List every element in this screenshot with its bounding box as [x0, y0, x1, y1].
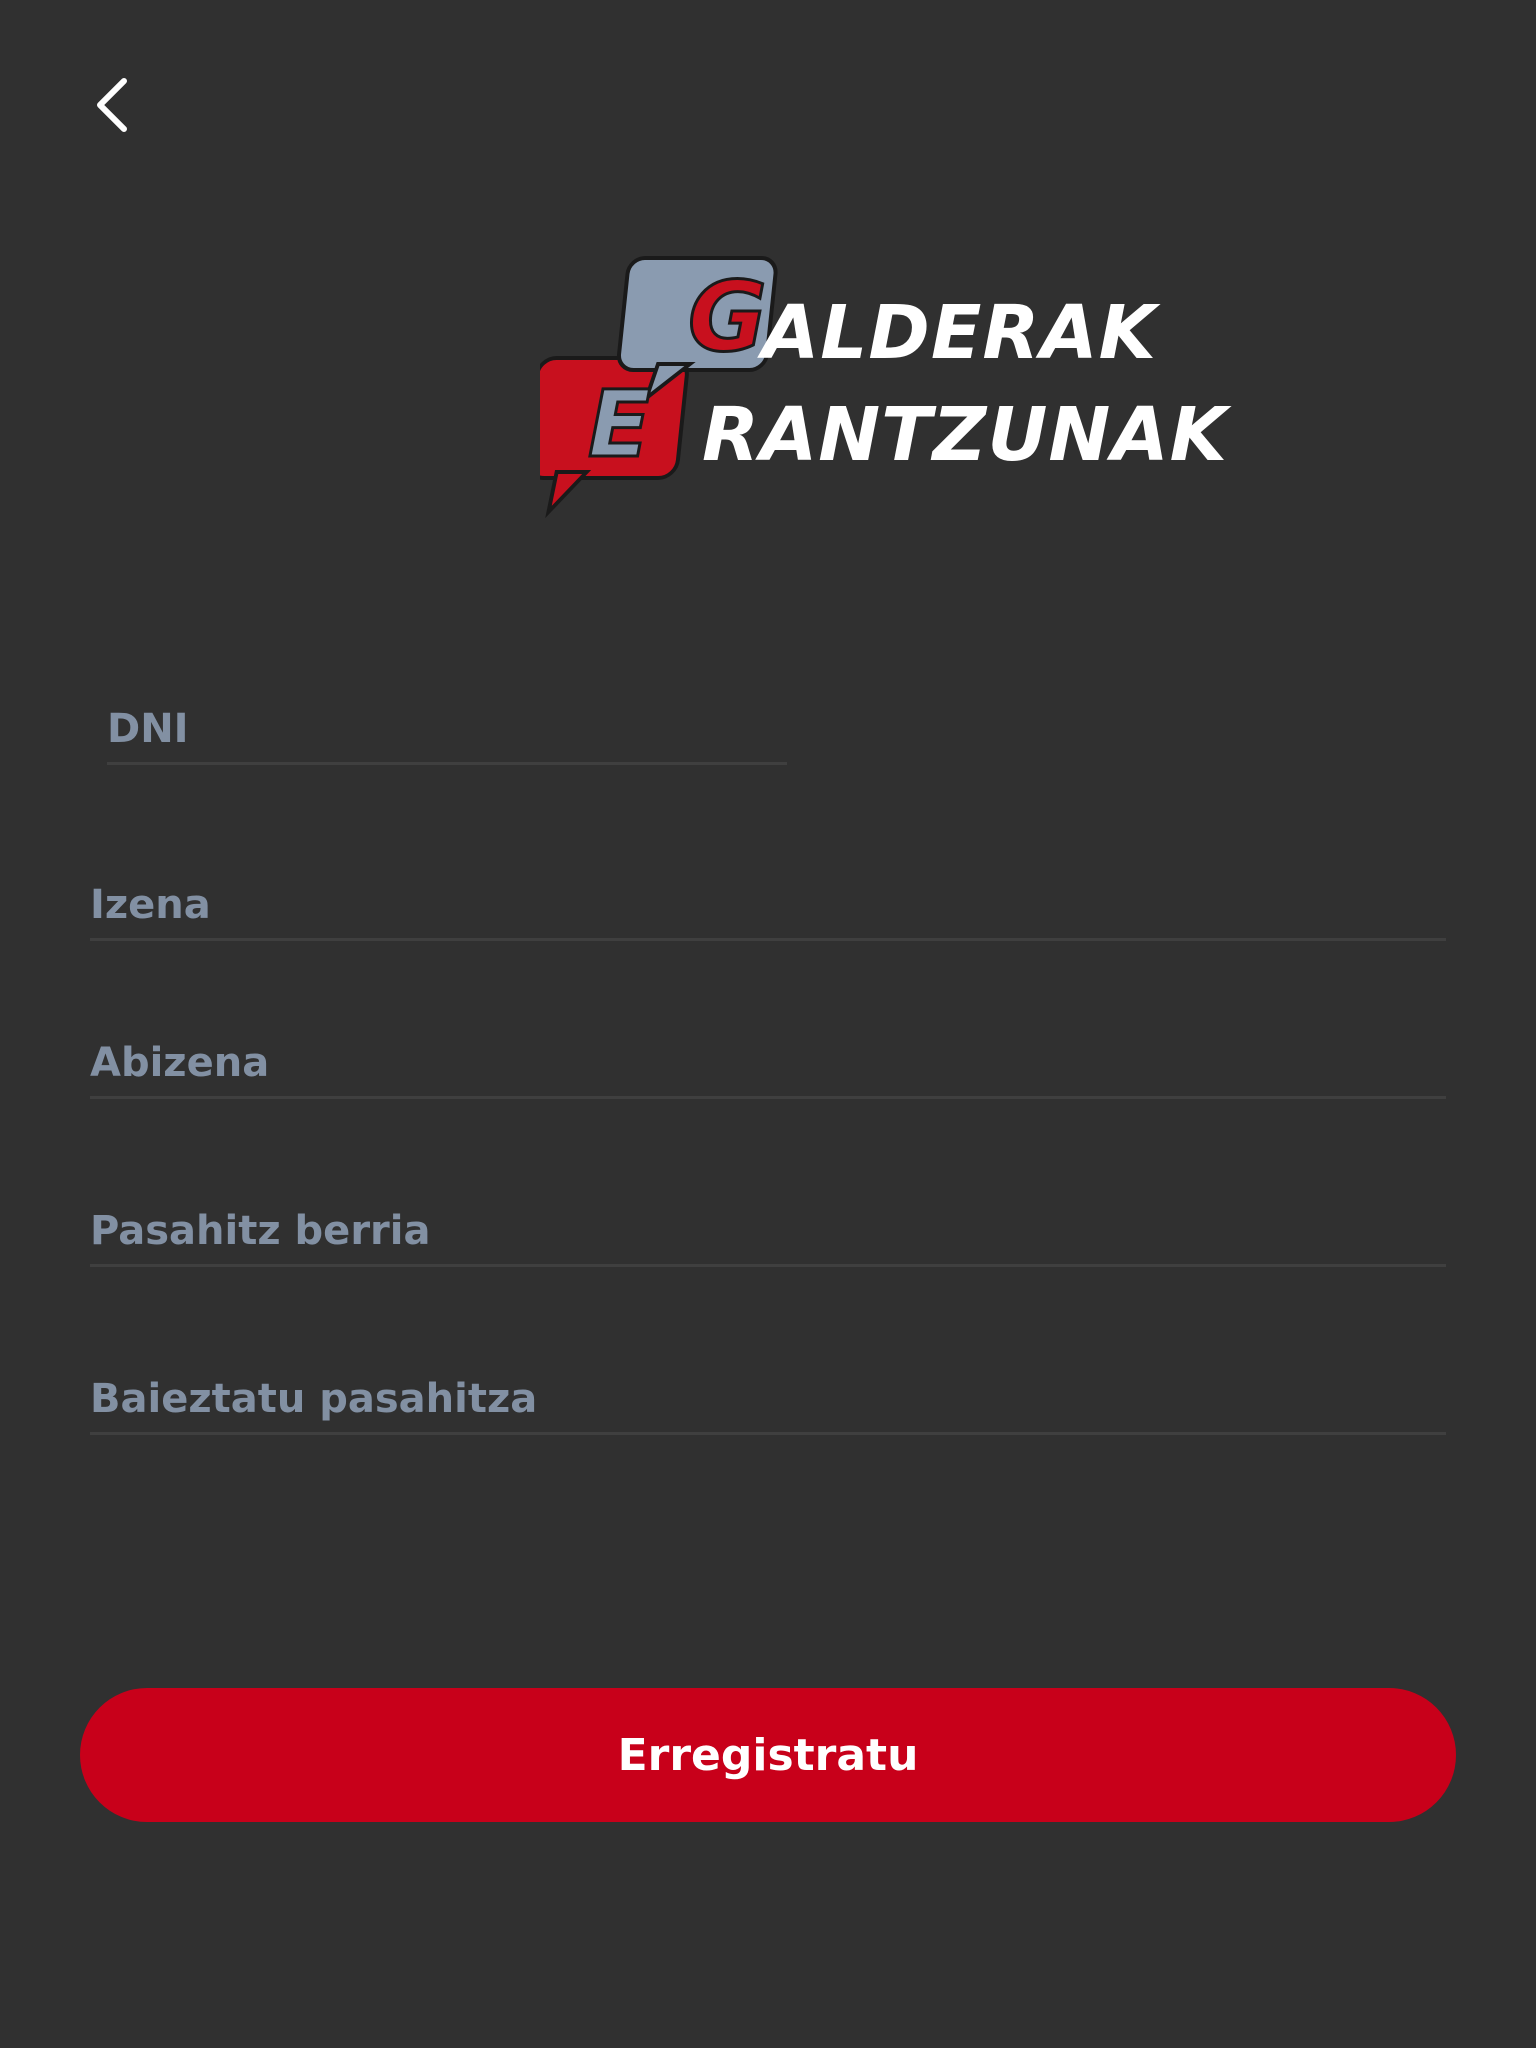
dni-input[interactable] — [107, 706, 787, 752]
logo-word-erantzunak: RANTZUNAK — [702, 392, 1228, 478]
register-button[interactable]: Erregistratu — [80, 1688, 1456, 1822]
dni-field — [107, 692, 787, 765]
confirm-password-input[interactable] — [90, 1376, 1446, 1422]
new-password-input[interactable] — [90, 1208, 1446, 1254]
chevron-left-icon — [97, 78, 127, 132]
confirm-password-field — [90, 1362, 1446, 1435]
app-logo: G E ALDERAK RANTZUNAK — [540, 250, 1227, 520]
logo-letter-e: E — [588, 371, 651, 478]
logo-letter-g: G — [688, 261, 767, 373]
abizena-input[interactable] — [90, 1040, 1446, 1086]
abizena-field — [90, 1026, 1446, 1099]
back-button[interactable] — [82, 70, 142, 140]
izena-input[interactable] — [90, 882, 1446, 928]
izena-field — [90, 868, 1446, 941]
new-password-field — [90, 1194, 1446, 1267]
logo-word-galderak: ALDERAK — [762, 290, 1157, 376]
